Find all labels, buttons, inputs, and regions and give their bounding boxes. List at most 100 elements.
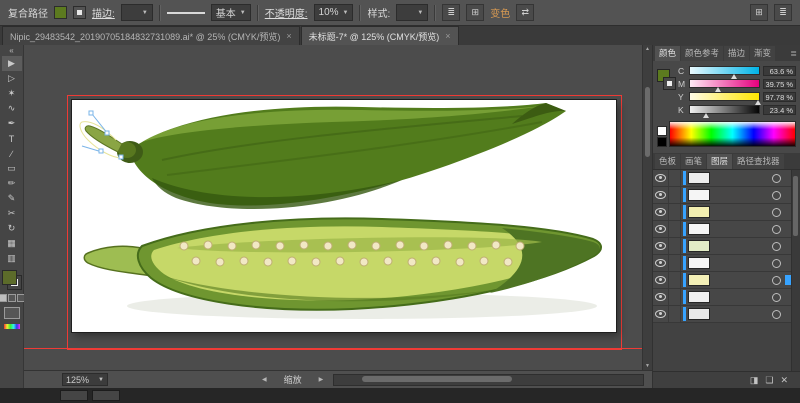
lock-toggle[interactable] xyxy=(669,221,681,237)
line-segment-tool[interactable]: ∕ xyxy=(2,146,22,161)
lock-toggle[interactable] xyxy=(669,255,681,271)
layer-row[interactable] xyxy=(653,255,792,272)
target-circle-icon[interactable] xyxy=(772,310,781,319)
gradient-tool[interactable]: ▥ xyxy=(2,251,22,266)
visibility-eye-icon[interactable] xyxy=(653,255,669,271)
zoom-level-dropdown[interactable]: 125% ▼ xyxy=(62,373,108,386)
vertical-scroll-thumb[interactable] xyxy=(645,87,650,157)
draw-normal-icon[interactable] xyxy=(0,294,7,302)
layer-thumbnail[interactable] xyxy=(688,240,710,252)
document-tab[interactable]: Nipic_29483542_20190705184832731089.ai* … xyxy=(2,26,300,45)
visibility-eye-icon[interactable] xyxy=(653,238,669,254)
layer-thumbnail[interactable] xyxy=(688,206,710,218)
scroll-up-icon[interactable]: ▲ xyxy=(645,45,650,53)
workspace-icon[interactable]: ⊞ xyxy=(750,4,768,21)
slider-thumb[interactable] xyxy=(703,113,709,118)
stroke-weight-dropdown[interactable]: ▼ xyxy=(121,4,153,21)
lock-toggle[interactable] xyxy=(669,204,681,220)
rectangle-tool[interactable]: ▭ xyxy=(2,161,22,176)
cyan-slider[interactable] xyxy=(689,66,760,75)
direct-selection-tool[interactable]: ▷ xyxy=(2,71,22,86)
fill-proxy[interactable] xyxy=(2,270,17,285)
screen-mode-icon[interactable] xyxy=(4,307,20,319)
layer-row[interactable] xyxy=(653,238,792,255)
scroll-down-icon[interactable]: ▼ xyxy=(645,362,650,370)
visibility-eye-icon[interactable] xyxy=(653,204,669,220)
canvas-area[interactable]: ▲ ▼ xyxy=(24,45,652,370)
visibility-eye-icon[interactable] xyxy=(653,289,669,305)
layer-row[interactable] xyxy=(653,272,792,289)
target-circle-icon[interactable] xyxy=(772,191,781,200)
horizontal-scrollbar[interactable] xyxy=(333,374,644,386)
stroke-proxy[interactable] xyxy=(663,77,676,90)
make-mask-icon[interactable]: ◨ xyxy=(750,375,759,386)
lock-toggle[interactable] xyxy=(669,289,681,305)
tab-color-guide[interactable]: 颜色参考 xyxy=(681,46,723,61)
target-circle-icon[interactable] xyxy=(772,225,781,234)
stroke-link[interactable]: 描边: xyxy=(92,5,115,20)
visibility-eye-icon[interactable] xyxy=(653,272,669,288)
tab-gradient[interactable]: 渐变 xyxy=(750,46,775,61)
layer-row[interactable] xyxy=(653,221,792,238)
lock-toggle[interactable] xyxy=(669,306,681,322)
layer-thumbnail[interactable] xyxy=(688,291,710,303)
type-tool[interactable]: T xyxy=(2,131,22,146)
status-left-arrow-icon[interactable]: ◀ xyxy=(262,376,267,383)
style-dropdown[interactable]: ▼ xyxy=(396,4,428,21)
magic-wand-tool[interactable]: ✶ xyxy=(2,86,22,101)
vertical-scrollbar[interactable]: ▲ ▼ xyxy=(642,45,652,370)
tab-stroke[interactable]: 描边 xyxy=(724,46,749,61)
target-circle-icon[interactable] xyxy=(772,208,781,217)
color-proxy[interactable] xyxy=(657,65,675,117)
black-slider[interactable] xyxy=(689,105,760,114)
mesh-tool[interactable]: ▦ xyxy=(2,236,22,251)
opacity-link[interactable]: 不透明度: xyxy=(265,5,308,20)
opacity-dropdown[interactable]: 10%▼ xyxy=(314,4,354,21)
tab-layers[interactable]: 图层 xyxy=(707,154,732,169)
color-bar-icon[interactable] xyxy=(4,324,20,329)
lock-toggle[interactable] xyxy=(669,238,681,254)
color-spectrum-bar[interactable] xyxy=(669,121,796,147)
layer-thumbnail[interactable] xyxy=(688,189,710,201)
target-circle-icon[interactable] xyxy=(772,242,781,251)
yellow-slider[interactable] xyxy=(689,92,760,101)
tab-pathfinder[interactable]: 路径查找器 xyxy=(733,154,784,169)
target-circle-icon[interactable] xyxy=(772,276,781,285)
black-value-field[interactable]: 23.4 % xyxy=(763,105,796,115)
magenta-value-field[interactable]: 39.75 % xyxy=(763,79,796,89)
lock-toggle[interactable] xyxy=(669,170,681,186)
visibility-eye-icon[interactable] xyxy=(653,306,669,322)
taskbar-item[interactable] xyxy=(60,390,88,401)
lock-toggle[interactable] xyxy=(669,272,681,288)
pen-tool[interactable]: ✒ xyxy=(2,116,22,131)
tab-brushes[interactable]: 画笔 xyxy=(681,154,706,169)
collapse-panel-icon[interactable]: « xyxy=(9,46,13,56)
magenta-slider[interactable] xyxy=(689,79,760,88)
lasso-tool[interactable]: ∿ xyxy=(2,101,22,116)
taskbar-item[interactable] xyxy=(92,390,120,401)
scissors-tool[interactable]: ✂ xyxy=(2,206,22,221)
layer-row[interactable] xyxy=(653,170,792,187)
transform-icon[interactable]: ⊞ xyxy=(466,4,484,21)
selection-tool[interactable]: ▶ xyxy=(2,56,22,71)
align-icon[interactable]: ≣ xyxy=(442,4,460,21)
target-circle-icon[interactable] xyxy=(772,293,781,302)
layer-thumbnail[interactable] xyxy=(688,223,710,235)
document-tab-active[interactable]: 未标题-7* @ 125% (CMYK/预览) × xyxy=(301,26,459,45)
new-layer-icon[interactable]: ❏ xyxy=(765,375,773,386)
layer-row[interactable] xyxy=(653,204,792,221)
horizontal-scroll-thumb[interactable] xyxy=(362,376,512,382)
artboard[interactable] xyxy=(72,100,616,332)
recolor-artwork-link[interactable]: 变色 xyxy=(490,5,510,20)
layer-thumbnail[interactable] xyxy=(688,172,710,184)
status-right-arrow-icon[interactable]: ▶ xyxy=(319,376,324,383)
panel-menu-icon[interactable]: ≣ xyxy=(790,46,797,61)
draw-behind-icon[interactable] xyxy=(8,294,16,302)
pencil-tool[interactable]: ✎ xyxy=(2,191,22,206)
rotate-tool[interactable]: ↻ xyxy=(2,221,22,236)
panel-menu-icon[interactable]: ≣ xyxy=(774,4,792,21)
close-icon[interactable]: × xyxy=(286,31,291,41)
yellow-value-field[interactable]: 97.78 % xyxy=(763,92,796,102)
tab-swatches[interactable]: 色板 xyxy=(655,154,680,169)
layer-row[interactable] xyxy=(653,187,792,204)
